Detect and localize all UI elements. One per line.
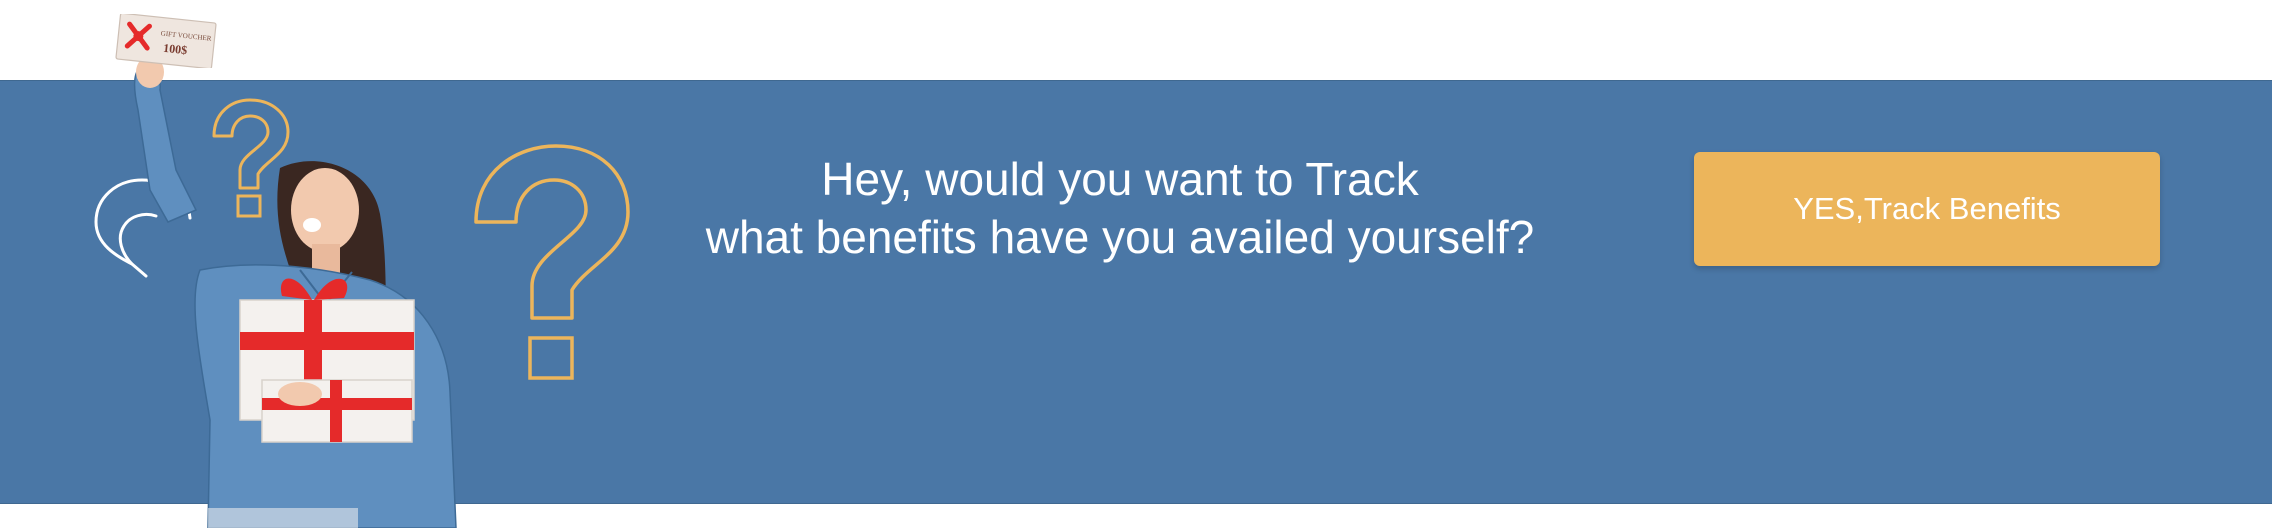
woman-with-gifts-illustration (133, 56, 457, 528)
track-benefits-button[interactable]: YES,Track Benefits (1694, 152, 2160, 266)
banner-headline: Hey, would you want to Track what benefi… (600, 150, 1640, 266)
voucher-amount: 100$ (163, 41, 188, 57)
headline-line-1: Hey, would you want to Track (821, 153, 1419, 205)
gift-voucher-icon: GIFT VOUCHER 100$ (115, 14, 217, 68)
headline-line-2: what benefits have you availed yourself? (705, 211, 1535, 263)
